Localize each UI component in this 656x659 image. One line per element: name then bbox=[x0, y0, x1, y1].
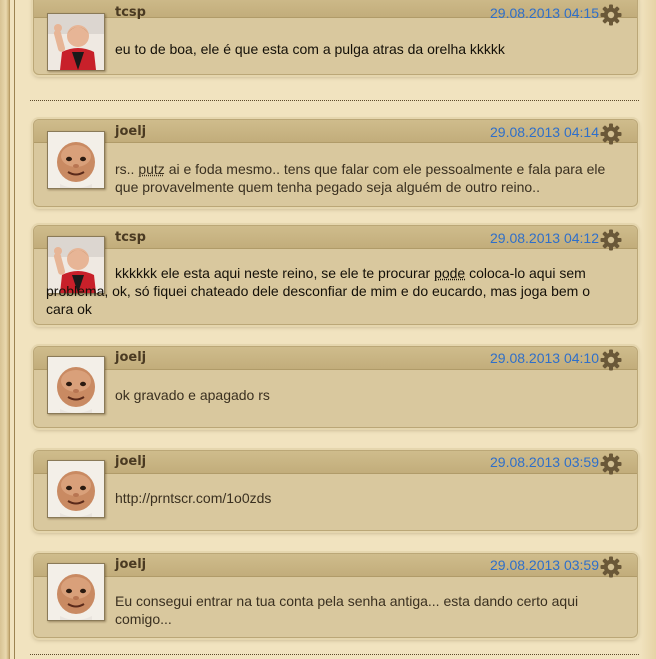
post-date[interactable]: 29.08.2013 03:59 bbox=[490, 454, 599, 470]
left-frame-line bbox=[14, 0, 15, 659]
gear-icon[interactable] bbox=[599, 348, 623, 372]
message-text: kkkkkk ele esta aqui neste reino, se ele… bbox=[115, 265, 435, 281]
post-author[interactable]: tcsp bbox=[115, 5, 146, 20]
gear-icon[interactable] bbox=[599, 228, 623, 252]
left-frame-border bbox=[0, 0, 10, 659]
post-message: eu to de boa, ele é que esta com a pulga… bbox=[115, 41, 505, 57]
post-6: joelj 29.08.2013 03:59 Eu consegui entra… bbox=[33, 553, 638, 638]
post-message: Eu consegui entrar na tua conta pela sen… bbox=[115, 593, 579, 627]
post-date[interactable]: 29.08.2013 04:10 bbox=[490, 350, 599, 366]
post-date[interactable]: 29.08.2013 04:14 bbox=[490, 124, 599, 140]
avatar-joelj[interactable] bbox=[47, 563, 105, 621]
gear-icon[interactable] bbox=[599, 3, 623, 27]
avatar-joelj[interactable] bbox=[47, 131, 105, 189]
message-text: ai e foda mesmo.. tens que falar com ele… bbox=[115, 161, 606, 195]
post-date[interactable]: 29.08.2013 03:59 bbox=[490, 557, 599, 573]
gear-icon[interactable] bbox=[599, 122, 623, 146]
post-message: rs.. putz ai e foda mesmo.. tens que fal… bbox=[115, 160, 615, 196]
underlined-word[interactable]: putz bbox=[138, 161, 164, 177]
message-text: rs.. bbox=[115, 161, 139, 177]
post-message[interactable]: http://prntscr.com/1o0zds bbox=[115, 489, 615, 507]
post-1: tcsp 29.08.2013 04:15 eu to de boa, ele … bbox=[33, 0, 638, 75]
underlined-word[interactable]: pode bbox=[434, 265, 465, 281]
avatar-joelj[interactable] bbox=[47, 460, 105, 518]
post-author[interactable]: joelj bbox=[115, 350, 146, 365]
post-author[interactable]: joelj bbox=[115, 124, 146, 139]
gear-icon[interactable] bbox=[599, 555, 623, 579]
post-date[interactable]: 29.08.2013 04:15 bbox=[490, 5, 599, 21]
gear-icon[interactable] bbox=[599, 452, 623, 476]
section-divider bbox=[30, 654, 639, 655]
post-date[interactable]: 29.08.2013 04:12 bbox=[490, 230, 599, 246]
post-message: kkkkkk ele esta aqui neste reino, se ele… bbox=[46, 264, 615, 318]
right-frame-edge bbox=[640, 0, 656, 659]
avatar-tcsp[interactable] bbox=[47, 13, 105, 71]
post-author[interactable]: joelj bbox=[115, 454, 146, 469]
post-4: joelj 29.08.2013 04:10 ok gravado e apag… bbox=[33, 346, 638, 428]
post-author[interactable]: tcsp bbox=[115, 230, 146, 245]
post-author[interactable]: joelj bbox=[115, 557, 146, 572]
post-message: ok gravado e apagado rs bbox=[115, 387, 270, 403]
post-2: joelj 29.08.2013 04:14 rs.. putz ai e fo… bbox=[33, 119, 638, 207]
section-divider bbox=[30, 100, 639, 101]
post-5: joelj 29.08.2013 03:59 http://prntscr.co… bbox=[33, 450, 638, 531]
avatar-joelj[interactable] bbox=[47, 356, 105, 414]
post-3: tcsp 29.08.2013 04:12 kkkkkk ele esta aq… bbox=[33, 225, 638, 325]
